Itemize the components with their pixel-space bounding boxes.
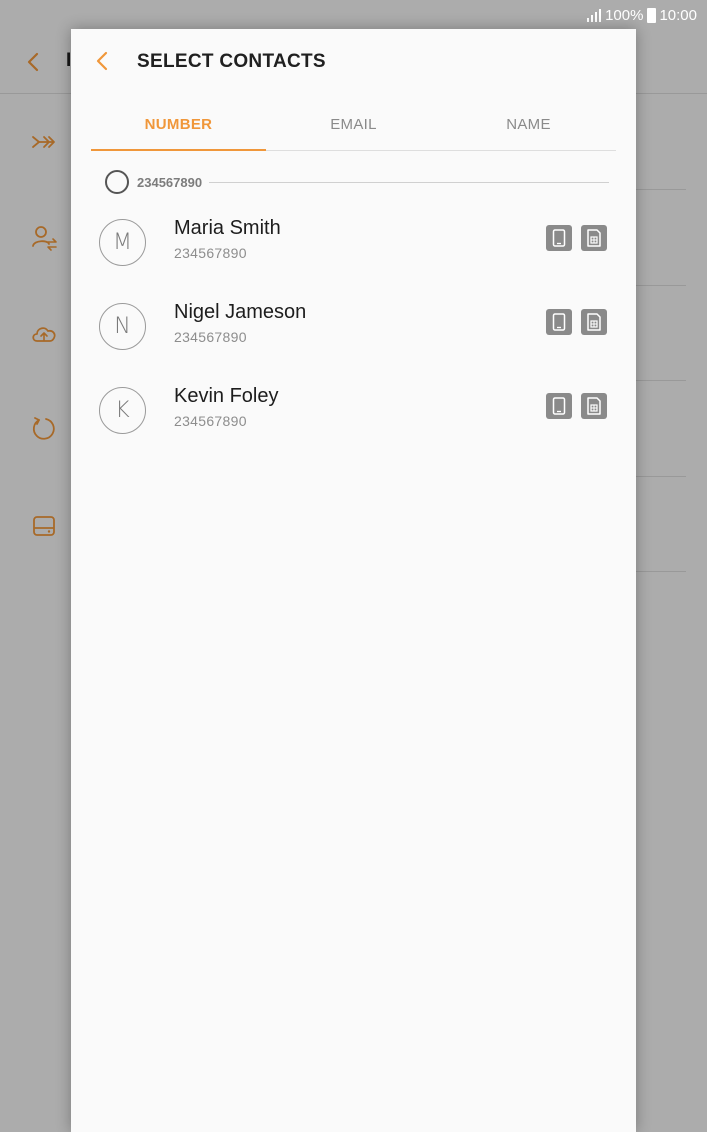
contact-item-nigel-jameson[interactable]: N Nigel Jameson 234567890: [99, 295, 609, 359]
clock: 10:00: [659, 6, 697, 24]
tab-bar: NUMBER EMAIL NAME: [91, 107, 616, 151]
contact-item-maria-smith[interactable]: M Maria Smith 234567890: [99, 211, 609, 275]
avatar: K: [99, 387, 146, 434]
sim-icon: [581, 393, 607, 419]
battery-percent: 100%: [605, 6, 644, 24]
sim-icon: [581, 225, 607, 251]
contact-number: 234567890: [174, 245, 247, 261]
contact-name: Kevin Foley: [174, 385, 279, 407]
phone-icon: [546, 393, 572, 419]
tab-email[interactable]: EMAIL: [266, 107, 441, 150]
avatar: M: [99, 219, 146, 266]
contact-number: 234567890: [174, 329, 247, 345]
sim-icon: [581, 309, 607, 335]
contact-item-kevin-foley[interactable]: K Kevin Foley 234567890: [99, 379, 609, 443]
phone-icon: [546, 309, 572, 335]
select-group-radio[interactable]: [105, 170, 129, 194]
status-bar: 100% 10:00: [0, 0, 707, 30]
avatar: N: [99, 303, 146, 350]
contact-number: 234567890: [174, 413, 247, 429]
dialog-title: SELECT CONTACTS: [137, 51, 326, 72]
group-header: 234567890: [105, 169, 609, 195]
group-label: 234567890: [137, 174, 203, 190]
back-arrow-icon[interactable]: [91, 49, 115, 73]
phone-icon: [546, 225, 572, 251]
contact-name: Nigel Jameson: [174, 301, 307, 323]
contact-name: Maria Smith: [174, 217, 281, 239]
tab-number[interactable]: NUMBER: [91, 107, 266, 151]
group-divider: [209, 181, 609, 183]
tab-name[interactable]: NAME: [441, 107, 616, 150]
signal-icon: [587, 8, 602, 22]
battery-icon: [647, 7, 657, 23]
select-contacts-dialog: SELECT CONTACTS NUMBER EMAIL NAME 234567…: [71, 29, 636, 1132]
dialog-header: SELECT CONTACTS: [71, 29, 636, 93]
